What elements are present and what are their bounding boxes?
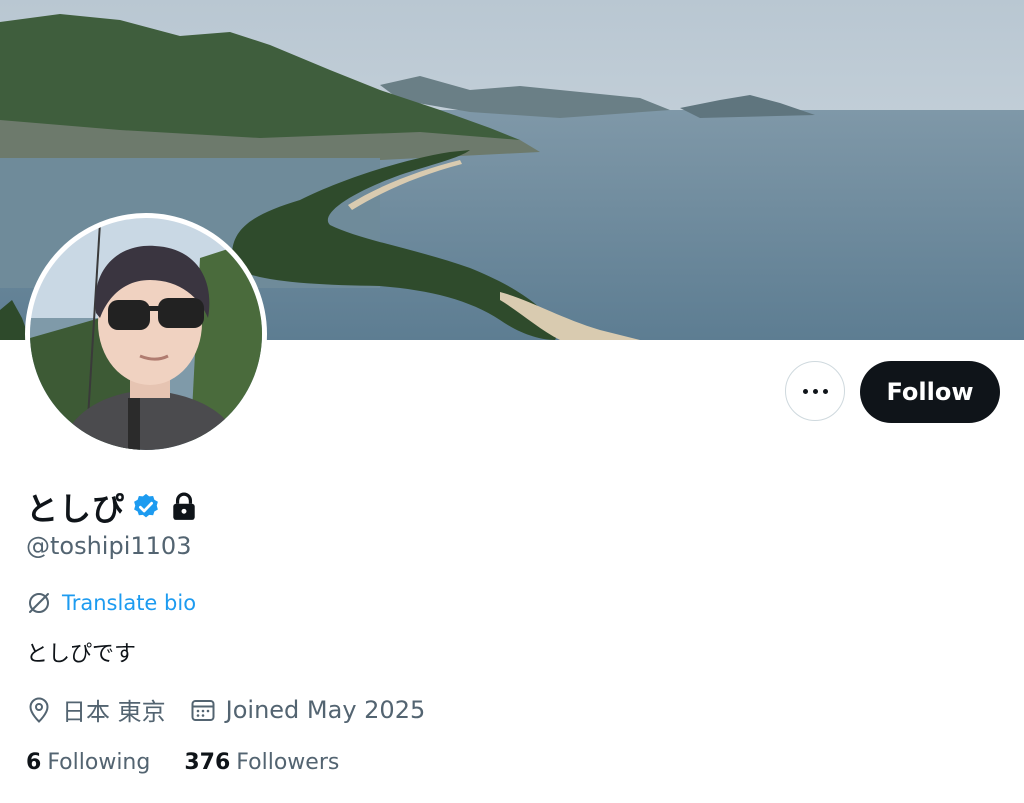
more-options-button[interactable] — [785, 361, 845, 421]
profile-meta: 日本 東京 Joined May 2025 — [26, 692, 425, 727]
verified-icon[interactable] — [131, 492, 161, 522]
profile-handle: @toshipi1103 — [26, 532, 192, 560]
location-pin-icon — [29, 696, 49, 723]
profile-name-row: としぴ — [26, 484, 197, 530]
location-item: 日本 東京 — [26, 692, 166, 727]
profile-bio: としぴです — [26, 642, 137, 667]
translate-icon — [29, 593, 49, 613]
followers-link[interactable]: 376 Followers — [184, 750, 339, 775]
ellipsis-icon — [802, 388, 808, 394]
follow-button[interactable]: Follow — [860, 361, 1000, 423]
display-name: としぴ — [26, 490, 126, 528]
following-link[interactable]: 6 Following — [26, 750, 150, 775]
profile-avatar[interactable] — [25, 213, 267, 455]
following-count: 6 — [26, 750, 42, 775]
calendar-icon — [191, 699, 215, 721]
followers-label: Followers — [236, 750, 340, 775]
profile-stats: 6 Following 376 Followers — [26, 750, 339, 775]
followers-count: 376 — [184, 750, 231, 775]
joined-item: Joined May 2025 — [190, 695, 426, 724]
following-label: Following — [47, 750, 151, 775]
ellipsis-dot — [822, 388, 828, 394]
translate-bio-link[interactable]: Translate bio — [26, 590, 196, 616]
avatar-photo — [30, 218, 262, 450]
location-text: 日本 東京 — [62, 698, 166, 726]
lock-icon — [173, 492, 195, 520]
joined-text: Joined May 2025 — [225, 695, 426, 724]
ellipsis-dot — [812, 388, 818, 394]
translate-bio-label: Translate bio — [62, 591, 197, 615]
